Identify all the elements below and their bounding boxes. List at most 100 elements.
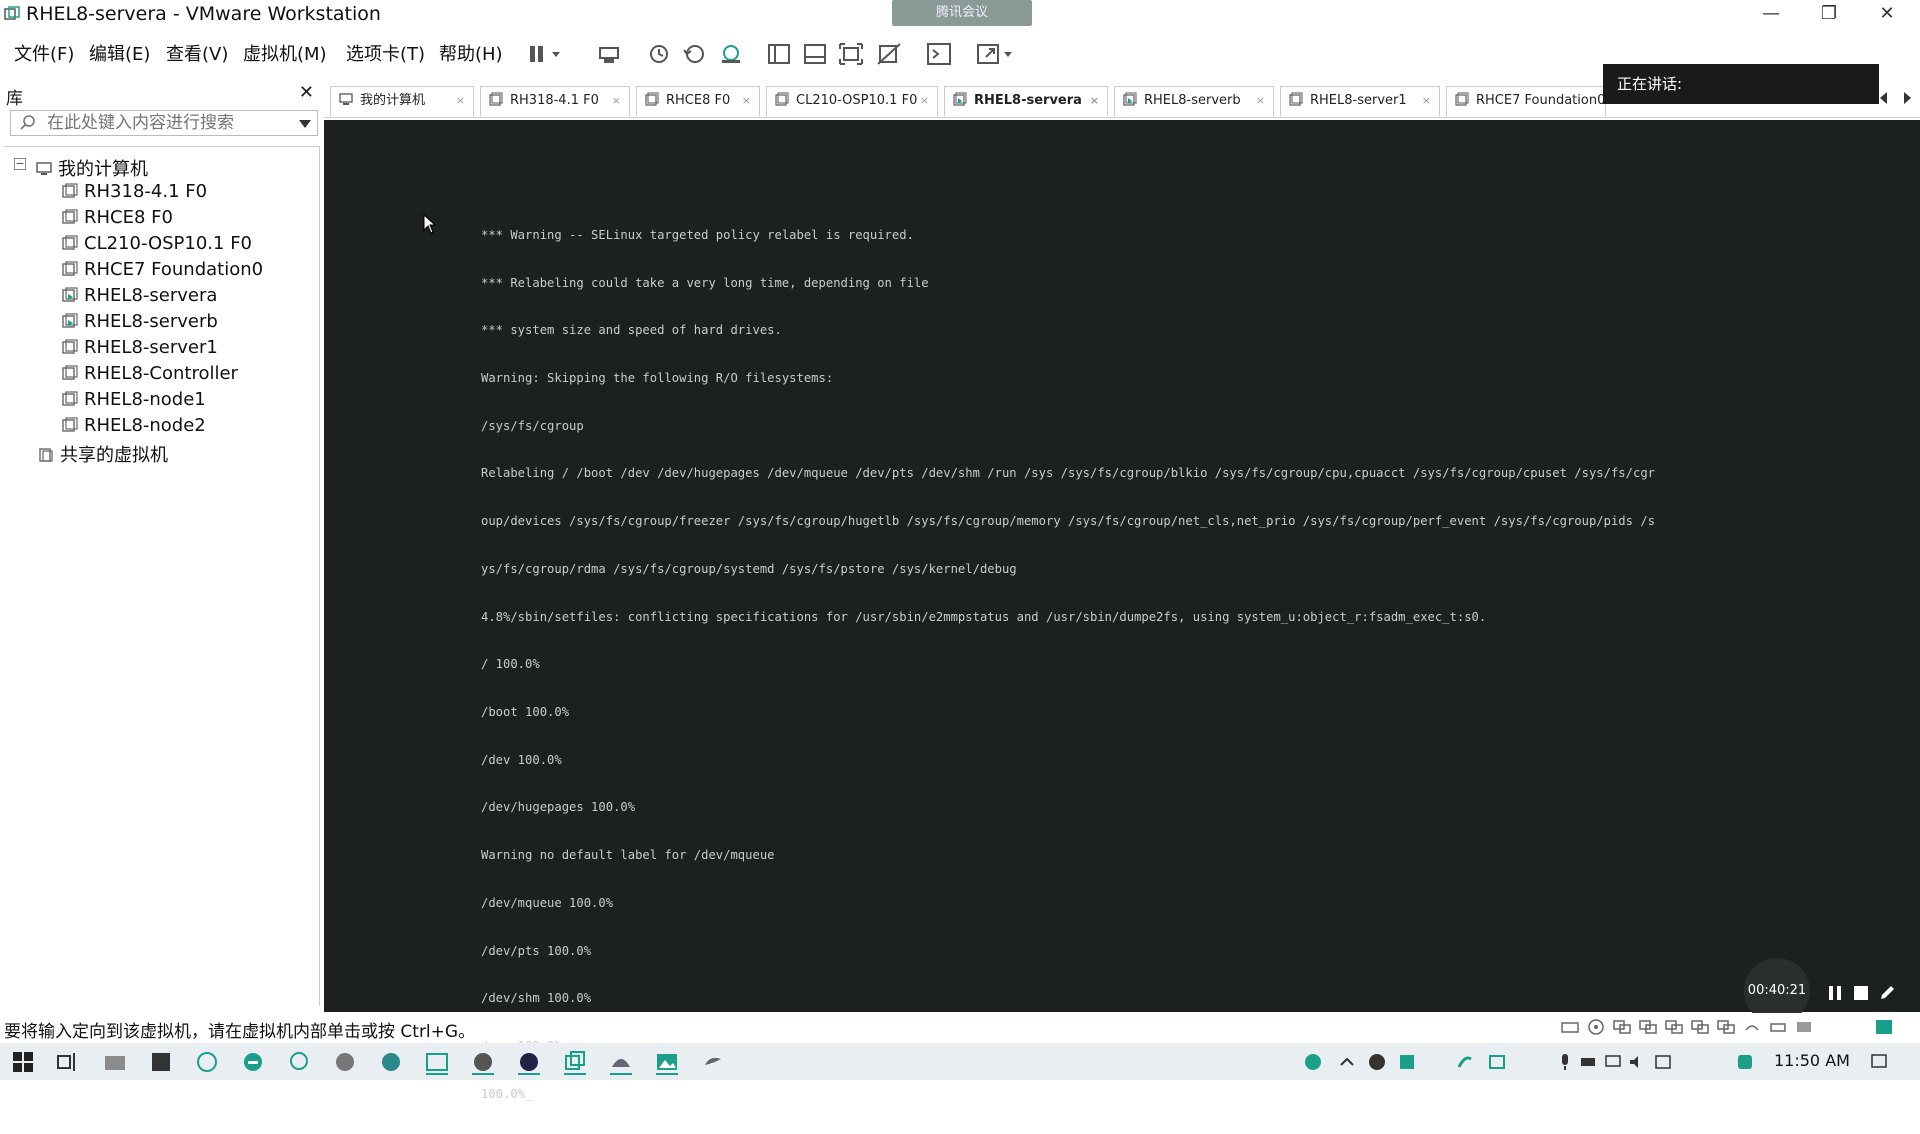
- library-search-box[interactable]: [10, 110, 318, 136]
- screen-recorder-icon[interactable]: [424, 1049, 450, 1075]
- app-icon[interactable]: [700, 1049, 726, 1075]
- tree-item-vm-running[interactable]: RHEL8-servera: [62, 285, 217, 309]
- microphone-icon[interactable]: [1556, 1053, 1574, 1071]
- vm-console[interactable]: *** Warning -- SELinux targeted policy r…: [324, 120, 1920, 1101]
- taskbar-clock[interactable]: 11:50 AM: [1774, 1051, 1850, 1070]
- library-close-icon[interactable]: ✕: [299, 82, 314, 103]
- minimize-button[interactable]: —: [1742, 0, 1800, 28]
- tab-close-icon[interactable]: ×: [1422, 87, 1431, 115]
- tab-rhel8-serverb[interactable]: RHEL8-serverb ×: [1114, 86, 1274, 116]
- tray-app-icon[interactable]: [1456, 1053, 1474, 1071]
- usb-icon[interactable]: [1742, 1018, 1762, 1036]
- input-method-icon[interactable]: [1654, 1053, 1672, 1071]
- snapshot-icon[interactable]: [644, 40, 674, 68]
- tab-cl210[interactable]: CL210-OSP10.1 F0 ×: [766, 86, 938, 116]
- tab-close-icon[interactable]: ×: [920, 87, 929, 115]
- tray-app-icon[interactable]: [1368, 1053, 1386, 1071]
- network-adapter-icon[interactable]: [1638, 1018, 1658, 1036]
- battery-icon[interactable]: [1580, 1053, 1598, 1071]
- show-thumbnail-icon[interactable]: [800, 40, 830, 68]
- app-icon[interactable]: [148, 1049, 174, 1075]
- network-adapter-icon[interactable]: [1612, 1018, 1632, 1036]
- tab-close-icon[interactable]: ×: [1090, 87, 1099, 115]
- message-log-icon[interactable]: [1874, 1018, 1894, 1036]
- menu-vm[interactable]: 虚拟机(M): [243, 40, 327, 66]
- tab-scroll-right-icon[interactable]: [1904, 92, 1911, 104]
- library-search-input[interactable]: [47, 113, 287, 133]
- tab-close-icon[interactable]: ×: [742, 87, 751, 115]
- network-adapter-icon[interactable]: [1664, 1018, 1684, 1036]
- app-icon[interactable]: [608, 1049, 634, 1075]
- tree-item-vm[interactable]: RHCE8 F0: [62, 207, 173, 231]
- full-screen-icon[interactable]: [836, 40, 866, 68]
- menu-view[interactable]: 查看(V): [166, 40, 228, 66]
- sound-card-icon[interactable]: [1768, 1018, 1788, 1036]
- app-icon[interactable]: [286, 1049, 312, 1075]
- tab-rhel8-server1[interactable]: RHEL8-server1 ×: [1280, 86, 1440, 116]
- meeting-badge[interactable]: 腾讯会议: [892, 0, 1032, 26]
- tray-app-icon[interactable]: [1488, 1053, 1506, 1071]
- hard-disk-icon[interactable]: [1560, 1018, 1580, 1036]
- cd-dvd-icon[interactable]: [1586, 1018, 1606, 1036]
- edge-browser-icon[interactable]: [240, 1049, 266, 1075]
- tree-item-vm[interactable]: RH318-4.1 F0: [62, 181, 207, 205]
- recording-stop-icon[interactable]: [1852, 984, 1870, 1002]
- tab-my-computer[interactable]: 我的计算机 ×: [330, 86, 474, 116]
- close-button[interactable]: ✕: [1858, 0, 1916, 28]
- tab-close-icon[interactable]: ×: [1256, 87, 1265, 115]
- app-icon[interactable]: [470, 1049, 496, 1075]
- tree-collapse-toggle[interactable]: −: [14, 158, 26, 170]
- send-ctrl-alt-del-icon[interactable]: [594, 40, 624, 68]
- file-explorer-icon[interactable]: [102, 1049, 128, 1075]
- tree-item-vm[interactable]: RHEL8-server1: [62, 337, 218, 361]
- menu-help[interactable]: 帮助(H): [439, 40, 503, 66]
- tree-item-vm[interactable]: RHEL8-node2: [62, 415, 206, 439]
- app-icon[interactable]: [332, 1049, 358, 1075]
- tree-item-vm-running[interactable]: RHEL8-serverb: [62, 311, 218, 335]
- chevron-up-icon[interactable]: [1338, 1053, 1356, 1071]
- tab-close-icon[interactable]: ×: [456, 87, 465, 115]
- tab-rhel8-servera[interactable]: RHEL8-servera ×: [944, 86, 1108, 116]
- app-icon[interactable]: [194, 1049, 220, 1075]
- menu-tabs[interactable]: 选项卡(T): [346, 40, 425, 66]
- volume-icon[interactable]: [1628, 1053, 1646, 1071]
- stretch-guest-icon[interactable]: [974, 40, 1016, 68]
- tree-item-shared-vms[interactable]: 共享的虚拟机: [38, 441, 168, 466]
- help-icon[interactable]: [1304, 1053, 1322, 1071]
- menu-file[interactable]: 文件(F): [14, 40, 74, 66]
- tab-rhce8[interactable]: RHCE8 F0 ×: [636, 86, 760, 116]
- revert-snapshot-icon[interactable]: [680, 40, 710, 68]
- network-adapter-icon[interactable]: [1716, 1018, 1736, 1036]
- tree-item-vm[interactable]: CL210-OSP10.1 F0: [62, 233, 252, 257]
- menu-edit[interactable]: 编辑(E): [89, 40, 150, 66]
- tab-close-icon[interactable]: ×: [612, 87, 621, 115]
- tab-rh318[interactable]: RH318-4.1 F0 ×: [480, 86, 630, 116]
- tree-item-vm[interactable]: RHEL8-node1: [62, 389, 206, 413]
- tree-item-vm[interactable]: RHCE7 Foundation0: [62, 259, 263, 283]
- tree-item-my-computer[interactable]: 我的计算机: [36, 155, 148, 180]
- show-library-icon[interactable]: [764, 40, 794, 68]
- tree-item-vm[interactable]: RHEL8-Controller: [62, 363, 238, 387]
- photos-icon[interactable]: [654, 1049, 680, 1075]
- chevron-down-icon[interactable]: [299, 120, 311, 128]
- vmware-taskbar-icon[interactable]: [562, 1049, 588, 1075]
- network-adapter-icon[interactable]: [1690, 1018, 1710, 1036]
- app-icon[interactable]: [378, 1049, 404, 1075]
- unity-icon[interactable]: [874, 40, 904, 68]
- tab-scroll-left-icon[interactable]: [1880, 92, 1887, 104]
- notification-center-icon[interactable]: [1870, 1053, 1888, 1071]
- tray-app-icon[interactable]: [1398, 1053, 1416, 1071]
- display-icon[interactable]: [1794, 1018, 1814, 1036]
- pause-vm-button[interactable]: [524, 40, 566, 68]
- console-view-icon[interactable]: [924, 40, 954, 68]
- snapshot-manager-icon[interactable]: [716, 40, 746, 68]
- task-view-icon[interactable]: [54, 1049, 80, 1075]
- restore-button[interactable]: ❐: [1800, 0, 1858, 28]
- tray-app-icon[interactable]: [1736, 1053, 1754, 1071]
- network-icon[interactable]: [1604, 1053, 1622, 1071]
- recording-pause-icon[interactable]: [1826, 984, 1844, 1002]
- windows-start-icon[interactable]: [10, 1049, 36, 1075]
- recording-pen-icon[interactable]: [1878, 984, 1896, 1002]
- tab-rhce7-foundation0[interactable]: RHCE7 Foundation0: [1446, 86, 1606, 116]
- app-icon[interactable]: [516, 1049, 542, 1075]
